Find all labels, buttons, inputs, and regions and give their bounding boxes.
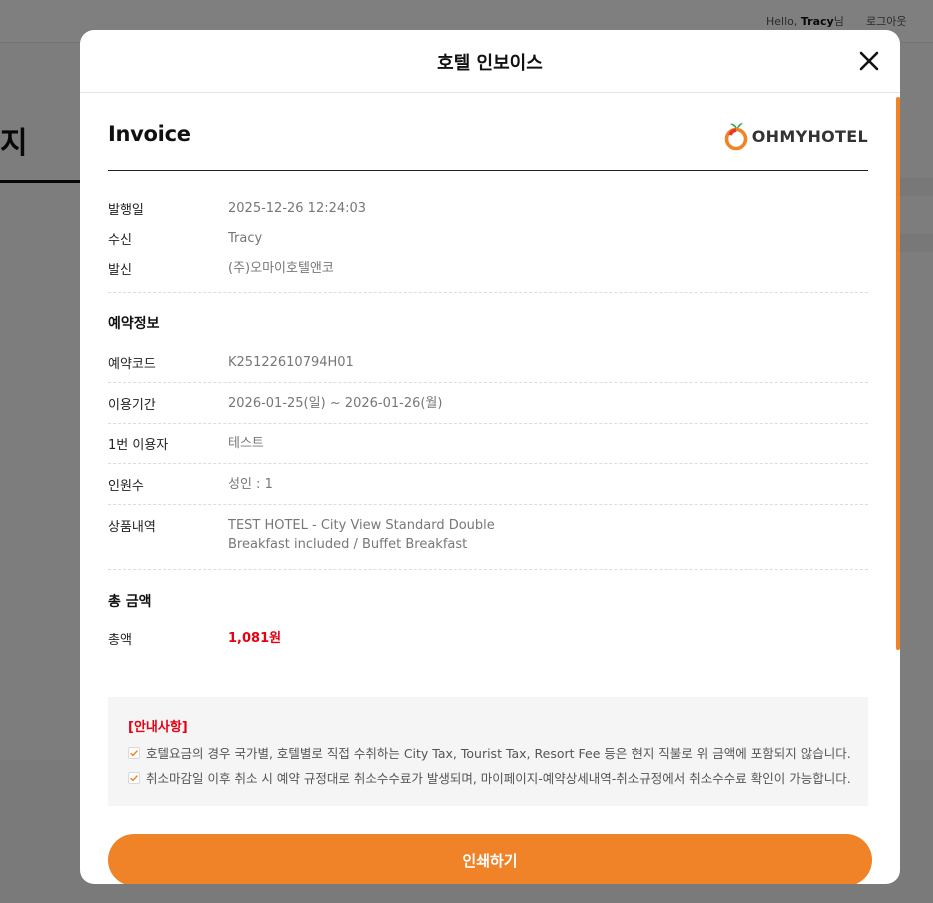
- stay-period-label: 이용기간: [108, 398, 156, 413]
- total-heading: 총 금액: [108, 594, 152, 610]
- check-icon: [128, 771, 140, 784]
- guest-label: 1번 이용자: [108, 438, 169, 453]
- product-value: TEST HOTEL - City View Standard Double B…: [228, 516, 495, 554]
- recipient-value: Tracy: [228, 231, 263, 246]
- notice-text: 취소마감일 이후 취소 시 예약 규정대로 취소수수료가 발생되며, 마이페이지…: [146, 771, 851, 786]
- product-line-2: Breakfast included / Buffet Breakfast: [228, 537, 468, 552]
- sender-label: 발신: [108, 263, 132, 278]
- reservation-code-label: 예약코드: [108, 357, 156, 372]
- product-label: 상품내역: [108, 520, 156, 535]
- invoice-heading-row: Invoice OHMYHOTEL: [108, 122, 868, 171]
- invoice-modal: 호텔 인보이스 Invoice OHMYHOTEL 발행일 2025-12-26…: [80, 30, 900, 884]
- issue-date-label: 발행일: [108, 203, 144, 218]
- print-button[interactable]: 인쇄하기: [108, 834, 872, 884]
- stay-period-value: 2026-01-25(일) ~ 2026-01-26(월): [228, 396, 443, 411]
- total-label: 총액: [108, 633, 132, 648]
- notice-text: 호텔요금의 경우 국가별, 호텔별로 직접 수취하는 City Tax, Tou…: [146, 746, 851, 761]
- reservation-heading: 예약정보: [108, 316, 160, 332]
- notice-title: [안내사항]: [128, 720, 188, 735]
- divider: [108, 463, 868, 464]
- notice-box: [안내사항] 호텔요금의 경우 국가별, 호텔별로 직접 수취하는 City T…: [108, 697, 868, 806]
- party-size-label: 인원수: [108, 479, 144, 494]
- invoice-heading: Invoice: [108, 122, 191, 146]
- total-amount: 1,081원: [228, 631, 282, 646]
- close-icon: [859, 51, 879, 71]
- orange-logo-icon: [724, 123, 748, 151]
- issue-date-value: 2025-12-26 12:24:03: [228, 201, 367, 216]
- divider: [108, 423, 868, 424]
- divider: [108, 382, 868, 383]
- recipient-label: 수신: [108, 233, 132, 248]
- sender-value: (주)오마이호텔앤코: [228, 261, 334, 276]
- modal-title: 호텔 인보이스: [437, 53, 543, 74]
- ohmyhotel-logo: OHMYHOTEL: [724, 119, 868, 153]
- close-button[interactable]: [858, 50, 880, 72]
- scrollbar-thumb[interactable]: [896, 97, 900, 650]
- party-size-value: 성인 : 1: [228, 477, 273, 492]
- check-icon: [128, 746, 140, 759]
- divider: [108, 504, 868, 505]
- modal-header: 호텔 인보이스: [80, 30, 900, 93]
- divider: [108, 569, 868, 570]
- guest-value: 테스트: [228, 436, 264, 451]
- notice-item: 취소마감일 이후 취소 시 예약 규정대로 취소수수료가 발생되며, 마이페이지…: [128, 768, 851, 787]
- reservation-code-value: K25122610794H01: [228, 355, 354, 370]
- product-line-1: TEST HOTEL - City View Standard Double: [228, 518, 495, 533]
- brand-name: OHMYHOTEL: [751, 126, 868, 146]
- notice-item: 호텔요금의 경우 국가별, 호텔별로 직접 수취하는 City Tax, Tou…: [128, 743, 851, 762]
- print-button-label: 인쇄하기: [462, 852, 518, 870]
- divider: [108, 292, 868, 293]
